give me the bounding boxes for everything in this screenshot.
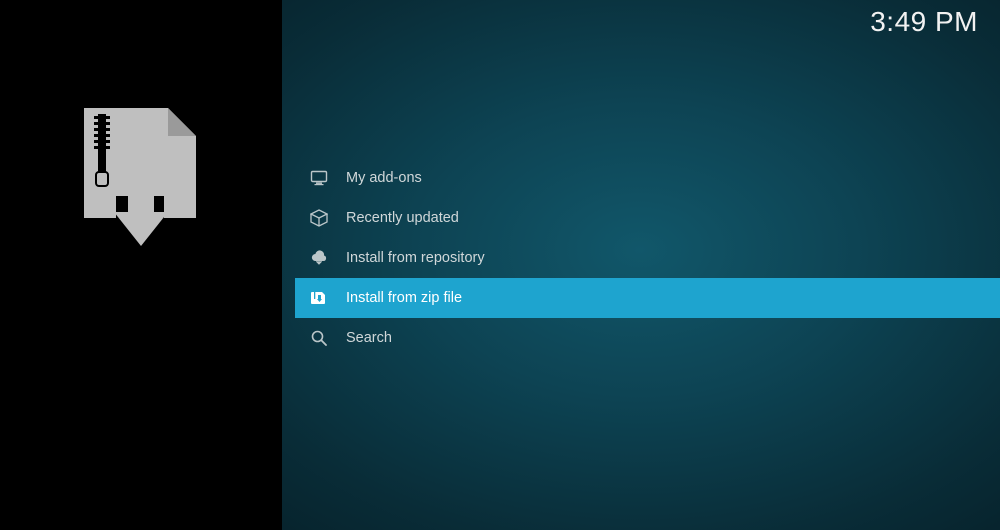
menu-item-label: My add-ons	[346, 170, 422, 186]
menu-item-label: Install from repository	[346, 250, 485, 266]
menu-item-label: Install from zip file	[346, 290, 462, 306]
menu-item-label: Recently updated	[346, 210, 459, 226]
menu-item-my-addons[interactable]: My add-ons	[295, 158, 1000, 198]
addon-menu: My add-ons Recently updated Install from…	[295, 158, 1000, 358]
menu-item-search[interactable]: Search	[295, 318, 1000, 358]
menu-item-label: Search	[346, 330, 392, 346]
menu-item-install-from-zip[interactable]: Install from zip file	[295, 278, 1000, 318]
monitor-icon	[310, 169, 328, 187]
search-icon	[310, 329, 328, 347]
addon-installer-hero-icon	[84, 108, 196, 248]
menu-item-recently-updated[interactable]: Recently updated	[295, 198, 1000, 238]
box-icon	[310, 209, 328, 227]
menu-item-install-from-repository[interactable]: Install from repository	[295, 238, 1000, 278]
zip-download-icon	[310, 289, 328, 307]
clock: 3:49 PM	[870, 6, 978, 38]
cloud-download-icon	[310, 249, 328, 267]
left-panel	[0, 0, 282, 530]
